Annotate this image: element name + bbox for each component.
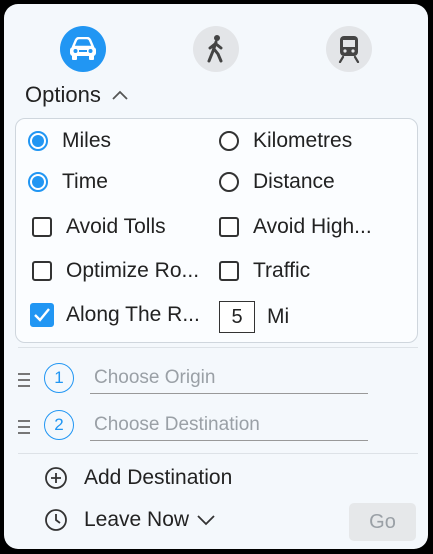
clock-icon [45, 509, 67, 531]
drag-handle-icon[interactable] [18, 420, 30, 438]
distance-value-input[interactable]: 5 [219, 301, 255, 333]
options-title: Options [25, 82, 101, 107]
along-route-checkbox[interactable] [30, 303, 54, 327]
distance-radio[interactable] [219, 172, 239, 192]
chevron-up-icon [112, 90, 128, 100]
miles-label: Miles [62, 129, 112, 152]
kilometres-label: Kilometres [253, 129, 353, 152]
time-radio[interactable] [28, 172, 48, 192]
avoid-highways-label: Avoid High... [253, 215, 372, 238]
route-stop-origin: 1 [18, 363, 378, 403]
walk-mode-button[interactable] [193, 26, 239, 72]
optimize-route-label: Optimize Ro... [66, 259, 200, 282]
time-radio-option[interactable]: Time [28, 170, 108, 194]
add-destination-label: Add Destination [84, 466, 233, 489]
divider [18, 347, 418, 348]
leave-now-label: Leave Now [84, 508, 190, 531]
add-destination-button[interactable]: Add Destination [44, 466, 232, 490]
avoid-highways-option[interactable]: Avoid High... [219, 215, 372, 239]
plus-circle-icon [45, 467, 67, 489]
walking-person-icon [207, 35, 223, 63]
distance-radio-option[interactable]: Distance [219, 170, 335, 194]
divider [18, 453, 418, 454]
traffic-option[interactable]: Traffic [219, 259, 310, 283]
along-route-option[interactable]: Along The R... [30, 303, 200, 327]
drag-handle-icon[interactable] [18, 373, 30, 391]
distance-unit-label: Mi [267, 305, 290, 328]
optimize-route-checkbox[interactable] [32, 261, 52, 281]
avoid-tolls-option[interactable]: Avoid Tolls [32, 215, 166, 239]
chevron-down-icon [197, 515, 215, 526]
stop-number-badge: 2 [44, 410, 74, 440]
traffic-label: Traffic [253, 259, 311, 282]
optimize-route-option[interactable]: Optimize Ro... [32, 259, 199, 283]
time-label: Time [62, 170, 108, 193]
kilometres-radio[interactable] [219, 131, 239, 151]
options-panel: Miles Kilometres Time Distance Avoid Tol… [15, 118, 418, 343]
miles-radio[interactable] [28, 131, 48, 151]
distance-label: Distance [253, 170, 335, 193]
avoid-tolls-label: Avoid Tolls [66, 215, 166, 238]
kilometres-radio-option[interactable]: Kilometres [219, 129, 352, 153]
avoid-tolls-checkbox[interactable] [32, 217, 52, 237]
car-mode-button[interactable] [60, 26, 106, 72]
directions-panel: Options Miles Kilometres Time Distance A… [4, 4, 428, 549]
transit-mode-button[interactable] [326, 26, 372, 72]
avoid-highways-checkbox[interactable] [219, 217, 239, 237]
stop-number-badge: 1 [44, 363, 74, 393]
route-stop-destination: 2 [18, 410, 378, 450]
checkmark-icon [34, 308, 50, 322]
leave-now-dropdown[interactable]: Leave Now [44, 508, 217, 532]
go-button[interactable]: Go [349, 503, 416, 541]
traffic-checkbox[interactable] [219, 261, 239, 281]
window-frame: Options Miles Kilometres Time Distance A… [0, 0, 433, 554]
along-route-distance: 5 Mi [219, 301, 289, 333]
miles-radio-option[interactable]: Miles [28, 129, 111, 153]
origin-input[interactable] [90, 363, 368, 394]
train-icon [338, 36, 360, 63]
destination-input[interactable] [90, 410, 368, 441]
along-route-label: Along The R... [66, 303, 200, 326]
car-icon [70, 37, 96, 60]
options-toggle[interactable]: Options [25, 82, 129, 108]
